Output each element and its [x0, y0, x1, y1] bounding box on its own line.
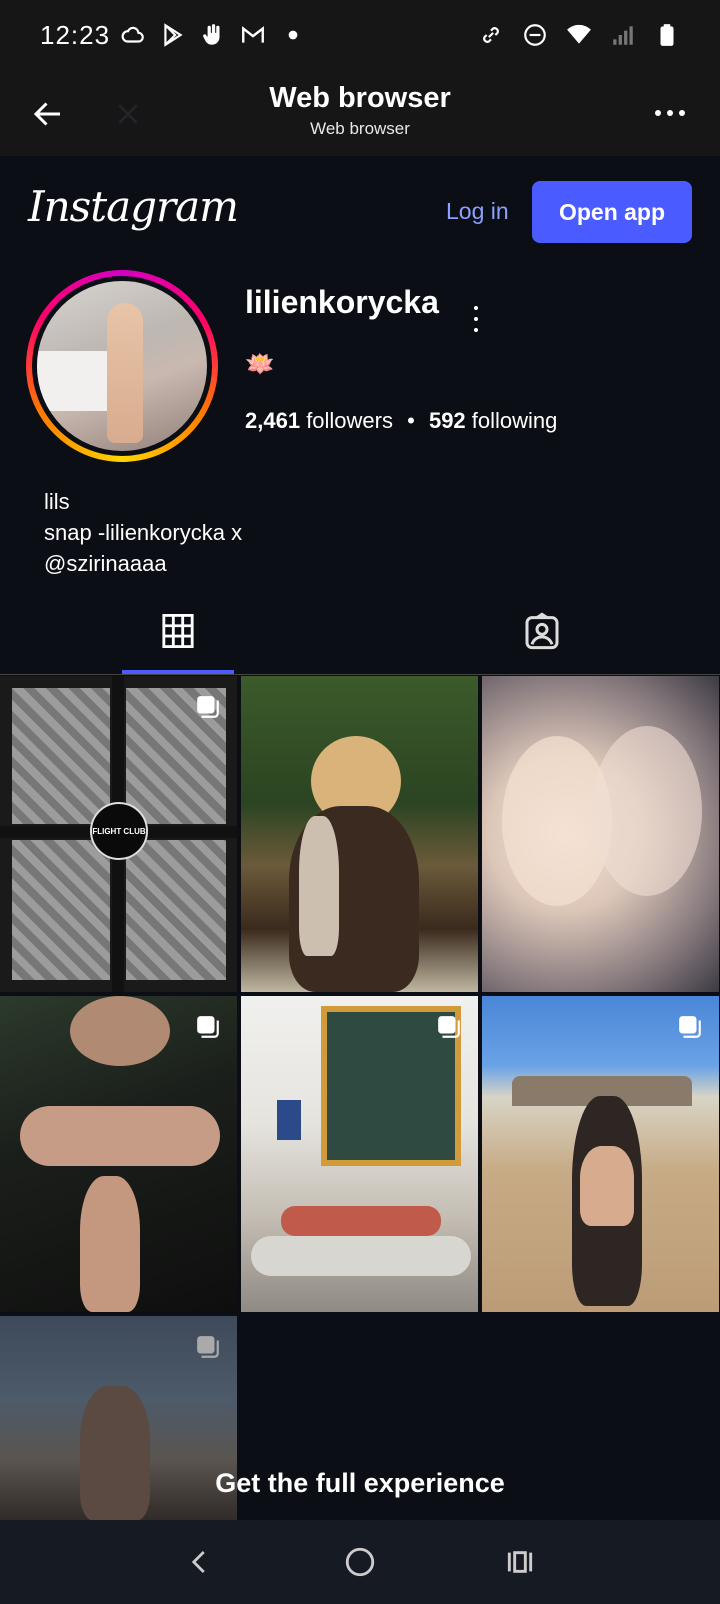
browser-subtitle: Web browser [310, 119, 410, 138]
system-navigation-bar [0, 1520, 720, 1604]
open-app-button[interactable]: Open app [532, 181, 692, 243]
browser-toolbar: Web browser Web browser [0, 70, 720, 156]
close-icon [118, 104, 138, 124]
dot-icon [280, 22, 306, 48]
stats-separator: • [407, 408, 415, 433]
post-thumbnail[interactable] [482, 676, 719, 992]
profile-username: lilienkorycka [245, 284, 439, 320]
flight-club-logo: FLIGHT CLUB [90, 802, 148, 860]
bio-line: snap -lilienkorycka x [44, 520, 243, 545]
signal-icon [610, 22, 636, 48]
profile-stats: 2,461 followers • 592 following [245, 408, 557, 434]
followers-count[interactable]: 2,461 [245, 408, 300, 433]
bio-mention-link[interactable]: @szirinaaaa [44, 548, 242, 579]
play-store-icon [160, 22, 186, 48]
post-thumbnail[interactable] [0, 996, 237, 1312]
following-count[interactable]: 592 [429, 408, 466, 433]
grid-icon [162, 614, 194, 648]
hand-icon [200, 22, 226, 48]
followers-label[interactable]: followers [306, 408, 393, 433]
battery-icon [654, 22, 680, 48]
carousel-icon [679, 1016, 701, 1038]
post-thumbnail[interactable] [482, 996, 719, 1312]
browser-more-button[interactable] [650, 98, 690, 128]
home-icon [345, 1547, 375, 1577]
nav-recents-button[interactable] [495, 1537, 545, 1587]
browser-close-button[interactable] [106, 92, 150, 136]
carousel-icon [197, 1016, 219, 1038]
nav-back-button[interactable] [175, 1537, 225, 1587]
arrow-left-icon [33, 102, 60, 126]
tagged-user-icon [525, 612, 559, 650]
status-bar: 12:23 [0, 0, 720, 70]
cloud-icon [120, 22, 146, 48]
recents-icon [507, 1551, 533, 1573]
tab-tagged[interactable] [486, 588, 598, 674]
bio-emoji: 🪷 [245, 351, 275, 378]
post-thumbnail[interactable]: FLIGHT CLUB [0, 676, 237, 992]
post-thumbnail[interactable] [241, 996, 478, 1312]
status-time: 12:23 [40, 19, 111, 50]
post-thumbnail[interactable] [241, 676, 478, 992]
gmail-icon [240, 22, 266, 48]
profile-bio: lils snap -lilienkorycka x @szirinaaaa [44, 486, 242, 579]
bio-line: lils [44, 489, 70, 514]
tab-posts-grid[interactable] [122, 588, 234, 674]
following-label[interactable]: following [472, 408, 558, 433]
link-icon [478, 22, 504, 48]
instagram-logo[interactable]: Instagram [28, 182, 239, 231]
login-link[interactable]: Log in [446, 198, 509, 225]
avatar [37, 281, 207, 451]
carousel-icon [438, 1016, 460, 1038]
back-icon [191, 1551, 205, 1573]
browser-title: Web browser [269, 82, 451, 114]
browser-title-group: Web browser Web browser [160, 82, 560, 139]
wifi-icon [566, 22, 592, 48]
tabs-divider [0, 674, 720, 675]
dnd-icon [522, 22, 548, 48]
full-experience-banner: Get the full experience [215, 1468, 505, 1498]
carousel-icon [197, 1336, 219, 1358]
carousel-icon [197, 696, 219, 718]
vertical-dots-icon [474, 306, 478, 310]
browser-back-button[interactable] [26, 92, 70, 136]
profile-options-button[interactable] [466, 306, 486, 332]
avatar-story-ring[interactable] [26, 270, 218, 462]
instagram-header: Instagram Log in Open app [0, 156, 720, 256]
nav-home-button[interactable] [335, 1537, 385, 1587]
profile-tabs [0, 588, 720, 675]
more-dots-icon [655, 110, 661, 116]
